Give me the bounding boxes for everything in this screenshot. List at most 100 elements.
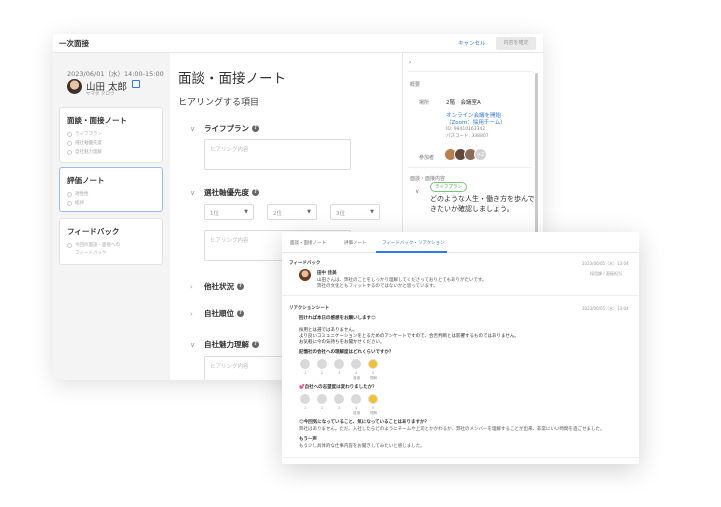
rating-face-icon <box>334 394 344 404</box>
radio-icon <box>67 131 72 137</box>
card-item[interactable]: 今回の面談・面接への <box>67 242 120 248</box>
rating-face-icon <box>334 359 344 369</box>
radio-icon <box>67 149 72 155</box>
rating-face-icon <box>300 359 310 369</box>
radio-icon <box>67 200 72 206</box>
place-label: 場所 <box>419 100 430 106</box>
section-other-companies[interactable]: › 他社状況 ? <box>190 281 244 292</box>
rating-face-icon <box>317 359 327 369</box>
rating-number: 5 <box>372 371 375 375</box>
question-extra: もう一声 <box>299 437 317 442</box>
notes-body-line: どのような人生・働き方を歩んで <box>430 195 535 203</box>
candidate-kana: ヤマダ タロウ <box>86 92 115 97</box>
priority-select-1[interactable]: 1位 ▼ <box>204 204 254 220</box>
notes-body-line: きたいか確認しましょう。 <box>430 205 514 213</box>
tab-feedback-reaction[interactable]: フィードバック・リアクション <box>382 240 445 246</box>
tab-interview-note[interactable]: 面談・面接ノート <box>290 240 326 246</box>
help-icon[interactable]: ? <box>252 189 259 196</box>
priority-select-3[interactable]: 3位 ▼ <box>330 204 380 220</box>
chevron-down-icon[interactable]: ∨ <box>415 188 419 195</box>
interview-datetime: 2023/06/01（水）14:00-15:00 <box>67 70 164 78</box>
help-icon[interactable]: ? <box>252 125 259 132</box>
card-item[interactable]: ライフプラン <box>67 131 102 137</box>
priority-select-2[interactable]: 2位 ▼ <box>267 204 317 220</box>
collapse-chevron-icon[interactable]: › <box>409 59 411 66</box>
edit-icon[interactable] <box>132 80 140 88</box>
rating-scale-label: 理解 <box>370 411 377 415</box>
feedback-heading: フィードバック <box>289 261 321 266</box>
rating-number: 1 <box>304 371 307 375</box>
priority-selects: 1位 ▼ 2位 ▼ 3位 ▼ <box>204 204 384 220</box>
chevron-down-icon: ∨ <box>190 340 196 349</box>
rating-number: 2 <box>321 371 324 375</box>
reaction-sheet-date: 2023/06/05（水）13:04 <box>582 306 629 311</box>
card-item[interactable]: 自社魅力理解 <box>67 149 102 155</box>
answer-concerns: 弊社はありません。ただ、入社したらどのようにチームや上司とかかわるか、弊社のメン… <box>299 427 605 432</box>
chevron-down-icon: ∨ <box>190 188 196 197</box>
online-meeting-sub[interactable]: （Zoom：採用チーム） <box>446 118 506 126</box>
sidebar-card-interview-note[interactable]: 面談・面接ノート ライフプラン 選社軸優先度 自社魅力理解 <box>59 107 163 163</box>
divider <box>408 167 532 168</box>
rating-face-icon <box>317 394 327 404</box>
help-icon[interactable]: ? <box>252 341 259 348</box>
window-title: 一次面接 <box>59 39 89 48</box>
section-subtitle: ヒアリングする項目 <box>178 98 260 108</box>
card-item[interactable]: 適性性 <box>67 191 89 197</box>
rating-number: 1 <box>304 406 307 410</box>
chevron-down-icon: ▼ <box>307 209 311 215</box>
feedback-author: 田中 佳美 <box>317 271 337 276</box>
radio-icon <box>67 191 72 197</box>
overview-label: 概要 <box>410 82 421 88</box>
feedback-author-role: 採用課 / 面接担当 <box>590 271 622 276</box>
rating-scale-label: 普通 <box>353 411 360 415</box>
rating-face-selected-icon <box>368 359 378 369</box>
answer-extra: もう少し具体的な仕事内容をお聞きしてみたいと感じました。 <box>299 444 425 449</box>
card-item-continued: フィードバック <box>75 251 107 256</box>
section-life-plan[interactable]: ∨ ライフプラン ? <box>190 123 259 134</box>
sidebar-card-evaluation-note[interactable]: 評価ノート 適性性 総評 <box>59 167 163 212</box>
life-plan-tag: ライフプラン <box>430 182 467 192</box>
sidebar-card-feedback[interactable]: フィードバック 今回の面談・面接への フィードバック <box>59 218 163 265</box>
tab-bar: 面談・面接ノート 評価ノート フィードバック・リアクション <box>282 232 639 253</box>
feedback-text: 弊社の文化ともフィットするのではないかと思っています。 <box>317 284 438 289</box>
rating-scale-label: 普通 <box>353 376 360 380</box>
rating-face-selected-icon <box>368 394 378 404</box>
window-header: 一次面接 キャンセル 内容を確定 <box>53 34 543 53</box>
card-title: 面談・面接ノート <box>67 116 127 125</box>
life-plan-input[interactable]: ヒアリング内容 <box>204 139 351 170</box>
tab-evaluation-note[interactable]: 評価ノート <box>344 240 367 246</box>
participants-label: 参加者 <box>419 155 435 161</box>
sidebar: 2023/06/01（水）14:00-15:00 山田 太郎 ヤマダ タロウ 面… <box>53 53 170 380</box>
reaction-intro: 回ければ本日の感想をお願いします😊 <box>299 316 376 321</box>
chevron-down-icon: ▼ <box>244 209 248 215</box>
question-concerns: 😊今回気になっていること、気になっていることはありますか？ <box>299 420 430 425</box>
rating-number: 3 <box>338 371 341 375</box>
rating-face-icon <box>300 394 310 404</box>
confirm-button[interactable]: 内容を確定 <box>496 37 536 50</box>
notes-label: 面談・面接内容 <box>410 176 446 182</box>
section-company-priority[interactable]: ∨ 選社軸優先度 ? <box>190 187 259 198</box>
help-icon[interactable]: ? <box>237 310 244 317</box>
meeting-passcode: パスコード: 338807 <box>446 134 489 139</box>
reaction-sheet-heading: リアクションシート <box>289 306 330 311</box>
rating-number: 3 <box>338 406 341 410</box>
section-company-rank[interactable]: › 自社順位 ? <box>190 308 244 319</box>
radio-icon <box>67 140 72 146</box>
card-title: 評価ノート <box>67 176 105 185</box>
rating-face-icon <box>351 359 361 369</box>
radio-icon <box>67 242 72 248</box>
help-icon[interactable]: ? <box>237 283 244 290</box>
active-tab-indicator <box>376 251 447 253</box>
participants-more-badge[interactable]: +2 <box>474 148 487 161</box>
chevron-down-icon: ▼ <box>370 209 374 215</box>
rating-number: 4 <box>355 406 358 410</box>
card-title: フィードバック <box>67 227 120 236</box>
section-company-appeal[interactable]: ∨ 自社魅力理解 ? <box>190 339 259 350</box>
card-item[interactable]: 総評 <box>67 200 84 206</box>
divider <box>282 295 639 296</box>
avatar <box>67 79 82 94</box>
divider <box>408 71 532 72</box>
cancel-button[interactable]: キャンセル <box>458 39 486 47</box>
card-item[interactable]: 選社軸優先度 <box>67 140 102 146</box>
rating-scale-label: 理解 <box>370 376 377 380</box>
